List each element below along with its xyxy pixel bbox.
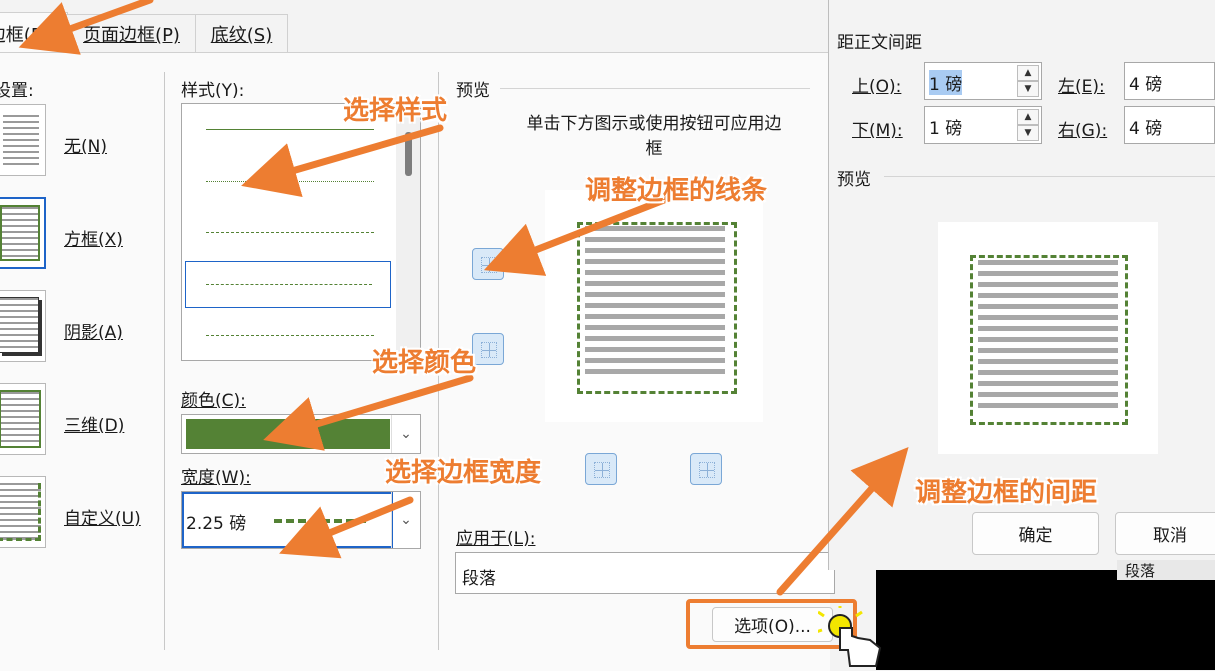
annotation-adjust-lines: 调整边框的线条 [585, 176, 768, 206]
arrow-to-options-dialog [776, 447, 909, 596]
annotation-select-color: 选择颜色 [372, 348, 477, 378]
annotation-select-width: 选择边框宽度 [385, 458, 542, 488]
hand-cursor-icon [818, 606, 882, 667]
arrow-to-color [263, 374, 474, 451]
annotation-adjust-spacing: 调整边框的间距 [915, 478, 1098, 508]
arrow-to-width [279, 496, 414, 559]
annotation-arrows [18, 0, 909, 596]
arrow-to-tab [18, 0, 154, 55]
arrow-to-style [241, 124, 444, 198]
annotation-select-style: 选择样式 [343, 96, 448, 126]
